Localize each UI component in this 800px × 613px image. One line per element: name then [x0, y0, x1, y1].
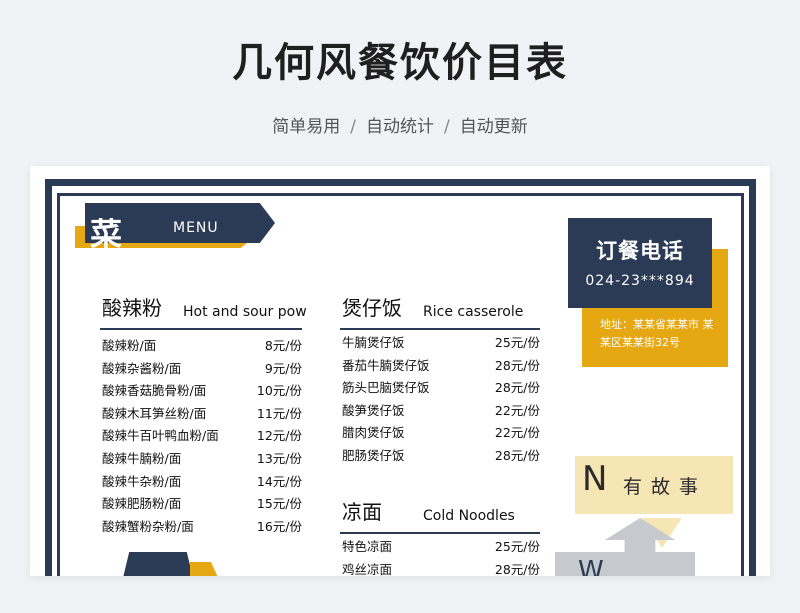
subtitle-stats: 自动统计: [366, 117, 434, 137]
section-subtitle: Hot and sour pow: [183, 304, 307, 320]
section-header-casserole: 煲仔饭 Rice casserole: [342, 292, 552, 332]
section-divider: [340, 328, 540, 330]
section-title: 凉面: [342, 500, 382, 524]
item-price: 14元/份: [256, 473, 302, 489]
list-item: 筋头巴脑煲仔饭 28元/份: [342, 377, 540, 400]
gray-block: [555, 552, 695, 576]
item-price: 22元/份: [494, 402, 540, 418]
bottom-badge: [122, 552, 194, 576]
bottom-letter: W: [578, 556, 604, 576]
item-name: 酸辣牛腩粉/面: [102, 450, 182, 466]
address-text: 地址：某某省某某市 某某区某某街32号: [600, 318, 714, 349]
section-divider: [340, 532, 540, 534]
order-phone: 024-23***894: [585, 273, 695, 289]
list-item: 酸辣牛腩粉/面 13元/份: [102, 448, 302, 471]
item-price: 25元/份: [494, 539, 540, 554]
order-box: 订餐电话 024-23***894: [568, 218, 712, 308]
menu-badge-char: 菜: [90, 218, 123, 248]
order-title: 订餐电话: [596, 239, 684, 263]
item-price: 11元/份: [256, 405, 302, 421]
item-name: 牛腩煲仔饭: [342, 335, 405, 350]
item-name: 鸡丝凉面: [342, 561, 393, 576]
list-item: 酸辣杂酱粉/面 9元/份: [102, 358, 302, 381]
menu-badge-label: MENU: [173, 220, 219, 236]
subtitle-update: 自动更新: [459, 117, 528, 137]
item-name: 肥肠煲仔饭: [342, 447, 405, 463]
story-text: 有故事: [623, 476, 708, 498]
item-price: 22元/份: [494, 425, 540, 441]
subtitle-easy: 简单易用: [272, 117, 341, 137]
item-price: 8元/份: [264, 338, 302, 353]
item-name: 酸辣牛百叶鸭血粉/面: [102, 428, 219, 444]
section-subtitle: Cold Noodles: [423, 508, 515, 524]
item-name: 酸辣杂酱粉/面: [102, 360, 182, 376]
item-name: 酸辣肥肠粉/面: [102, 496, 182, 512]
section-divider: [100, 328, 302, 330]
list-item: 酸辣粉/面 8元/份: [102, 335, 302, 358]
list-item: 肥肠煲仔饭 28元/份: [342, 445, 540, 468]
list-item: 酸辣牛百叶鸭血粉/面 12元/份: [102, 425, 302, 448]
section-title: 煲仔饭: [342, 296, 402, 320]
section-title: 酸辣粉: [102, 296, 162, 320]
item-name: 酸辣香菇脆骨粉/面: [102, 383, 207, 399]
subtitle: 简单易用 / 自动统计 / 自动更新: [0, 112, 800, 137]
item-price: 9元/份: [264, 360, 302, 376]
item-name: 酸辣木耳笋丝粉/面: [102, 405, 207, 421]
list-item: 酸辣木耳笋丝粉/面 11元/份: [102, 403, 302, 426]
item-price: 25元/份: [494, 335, 540, 350]
list-item: 番茄牛腩煲仔饭 28元/份: [342, 355, 540, 378]
subtitle-separator: /: [350, 117, 356, 137]
list-item: 酸辣牛杂粉/面 14元/份: [102, 471, 302, 494]
list-item: 鸡丝凉面 28元/份: [342, 559, 540, 576]
subtitle-separator: /: [444, 117, 450, 137]
section-header-cold-noodles: 凉面 Cold Noodles: [342, 496, 552, 536]
item-name: 酸笋煲仔饭: [342, 402, 405, 418]
list-item: 腊肉煲仔饭 22元/份: [342, 422, 540, 445]
item-name: 筋头巴脑煲仔饭: [342, 380, 430, 396]
item-price: 28元/份: [494, 357, 540, 373]
section-header-sour-spicy: 酸辣粉 Hot and sour pow: [102, 292, 312, 332]
item-name: 番茄牛腩煲仔饭: [342, 357, 430, 373]
item-price: 16元/份: [256, 518, 302, 534]
item-list-sour-spicy: 酸辣粉/面 8元/份酸辣杂酱粉/面 9元/份酸辣香菇脆骨粉/面 10元/份酸辣木耳笋丝…: [102, 335, 302, 538]
item-name: 特色凉面: [342, 539, 393, 554]
story-letter: N: [582, 459, 608, 499]
item-name: 酸辣牛杂粉/面: [102, 473, 182, 489]
item-list-casserole: 牛腩煲仔饭 25元/份 番茄牛腩煲仔饭 28元/份 筋头巴脑煲仔饭 28元/份 酸笋煲仔饭 2…: [342, 332, 540, 468]
item-price: 13元/份: [256, 450, 302, 466]
item-price: 28元/份: [494, 380, 540, 396]
list-item: 酸辣蟹粉杂粉/面 16元/份: [102, 516, 302, 539]
item-list-cold-noodles: 特色凉面 25元/份鸡丝凉面 28元/份: [342, 536, 540, 576]
list-item: 特色凉面 25元/份: [342, 536, 540, 559]
item-name: 酸辣粉/面: [102, 338, 157, 353]
menu-card: 菜 MENU 酸辣粉 Hot and sour pow 酸辣粉/面 8元/份酸辣杂…: [30, 166, 770, 576]
list-item: 牛腩煲仔饭 25元/份: [342, 332, 540, 355]
item-price: 15元/份: [256, 496, 302, 512]
item-price: 28元/份: [494, 561, 540, 576]
list-item: 酸辣肥肠粉/面 15元/份: [102, 493, 302, 516]
list-item: 酸辣香菇脆骨粉/面 10元/份: [102, 380, 302, 403]
item-price: 10元/份: [256, 383, 302, 399]
item-name: 酸辣蟹粉杂粉/面: [102, 518, 194, 534]
page-title: 几何风餐饮价目表: [232, 40, 568, 86]
item-price: 12元/份: [256, 428, 302, 444]
item-price: 28元/份: [494, 447, 540, 463]
section-subtitle: Rice casserole: [423, 304, 524, 320]
list-item: 酸笋煲仔饭 22元/份: [342, 400, 540, 423]
item-name: 腊肉煲仔饭: [342, 425, 405, 441]
